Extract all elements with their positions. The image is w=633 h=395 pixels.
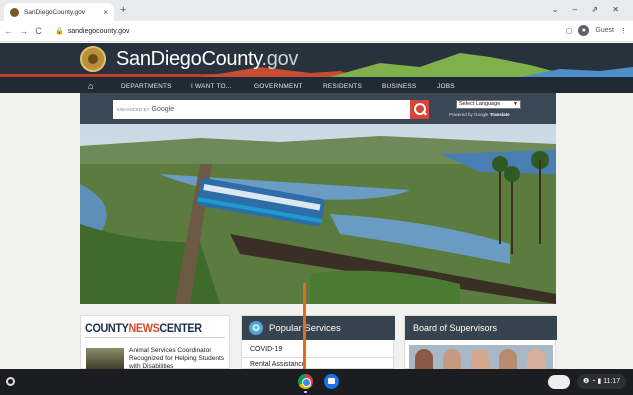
browser-tab-strip: SanDiegoCounty.gov × + ⌄ – ⇗ ✕ bbox=[0, 0, 633, 21]
close-tab-icon[interactable]: × bbox=[103, 8, 108, 17]
search-icon[interactable] bbox=[410, 100, 429, 119]
browser-tab[interactable]: SanDiegoCounty.gov × bbox=[4, 3, 114, 21]
service-link-rental-assistance[interactable]: Rental Assistance bbox=[250, 361, 306, 368]
nav-departments[interactable]: DEPARTMENTS bbox=[121, 83, 172, 90]
chrome-icon[interactable] bbox=[298, 374, 313, 389]
translate-label: Translate bbox=[489, 112, 510, 117]
site-name[interactable]: SanDiegoCounty.gov bbox=[116, 48, 298, 71]
news-head-county: COUNTY bbox=[85, 321, 129, 335]
site-header: SanDiegoCounty.gov bbox=[0, 43, 633, 77]
board-header: Board of Supervisors bbox=[405, 316, 557, 340]
status-tray[interactable]: ❷ ◔ ▮ 11:17 bbox=[577, 374, 627, 389]
supervisor-portrait bbox=[471, 349, 489, 369]
language-select-value: Select Language bbox=[459, 101, 501, 107]
main-nav: ⌂ DEPARTMENTS I WANT TO... GOVERNMENT RE… bbox=[0, 77, 633, 93]
profile-icon[interactable]: ● bbox=[578, 25, 590, 36]
county-news-center: COUNTYNEWSCENTER Animal Services Coordin… bbox=[80, 315, 230, 369]
web-page: SanDiegoCounty.gov ⌂ DEPARTMENTS I WANT … bbox=[0, 43, 633, 369]
supervisor-portrait bbox=[443, 349, 461, 369]
tab-title: SanDiegoCounty.gov bbox=[24, 8, 85, 16]
board-of-supervisors: Board of Supervisors bbox=[404, 315, 557, 369]
supervisor-portrait bbox=[415, 349, 433, 369]
profile-label[interactable]: Guest bbox=[595, 27, 614, 34]
news-head-news: NEWS bbox=[128, 321, 160, 335]
browser-toolbar: ← → C 🔒 sandiegocounty.gov ▢ ● Guest ⋮ bbox=[0, 21, 633, 42]
language-select[interactable]: Select Language ▼ bbox=[456, 100, 521, 109]
powered-by-google: Google bbox=[474, 112, 489, 117]
search-input[interactable]: ENHANCED BY Google bbox=[113, 100, 410, 119]
home-icon[interactable]: ⌂ bbox=[88, 81, 93, 91]
search-enhanced-by: ENHANCED BY bbox=[117, 107, 150, 112]
nav-residents[interactable]: RESIDENTS bbox=[323, 83, 362, 90]
supervisor-portrait bbox=[527, 349, 545, 369]
nav-business[interactable]: BUSINESS bbox=[382, 83, 416, 90]
menu-icon[interactable]: ⋮ bbox=[620, 27, 627, 35]
popular-services-header: ✪ Popular Services bbox=[242, 316, 395, 340]
service-divider bbox=[242, 357, 395, 358]
tab-search-icon[interactable]: ▢ bbox=[566, 27, 573, 35]
popular-services: ✪ Popular Services COVID-19 Rental Assis… bbox=[241, 315, 395, 369]
news-article-link[interactable]: Animal Services Coordinator Recognized f… bbox=[129, 347, 229, 369]
board-title[interactable]: Board of Supervisors bbox=[413, 323, 497, 333]
search-google-label: Google bbox=[151, 106, 175, 113]
supervisor-portrait bbox=[499, 349, 517, 369]
powered-by-label: Powered by bbox=[449, 112, 473, 117]
news-divider bbox=[85, 337, 225, 338]
site-favicon-icon bbox=[10, 7, 19, 17]
reload-button[interactable]: C bbox=[32, 26, 45, 36]
window-controls[interactable]: ⌄ – ⇗ ✕ bbox=[552, 5, 625, 14]
news-head-center: CENTER bbox=[159, 321, 202, 335]
supervisors-photo[interactable] bbox=[409, 345, 553, 369]
running-indicator bbox=[304, 391, 307, 393]
files-icon[interactable] bbox=[324, 374, 339, 389]
news-article-thumbnail[interactable] bbox=[86, 348, 124, 369]
chevron-down-icon: ▼ bbox=[513, 101, 518, 107]
nav-jobs[interactable]: JOBS bbox=[437, 83, 455, 90]
news-center-heading[interactable]: COUNTYNEWSCENTER bbox=[85, 321, 202, 335]
site-name-suffix: .gov bbox=[261, 48, 299, 70]
nav-government[interactable]: GOVERNMENT bbox=[254, 83, 303, 90]
back-button[interactable]: ← bbox=[2, 26, 15, 36]
new-tab-button[interactable]: + bbox=[120, 4, 126, 16]
lock-icon[interactable]: 🔒 bbox=[55, 27, 64, 35]
hero-image-coastal-train bbox=[80, 124, 556, 304]
account-avatar[interactable] bbox=[548, 375, 570, 389]
os-shelf: ❷ ◔ ▮ 11:17 bbox=[0, 369, 633, 395]
county-seal-logo[interactable] bbox=[80, 46, 106, 72]
star-icon: ✪ bbox=[249, 321, 263, 335]
service-link-covid-19[interactable]: COVID-19 bbox=[250, 346, 282, 353]
search-band: ENHANCED BY Google Select Language ▼ Pow… bbox=[80, 93, 556, 124]
site-name-main: SanDiegoCounty bbox=[116, 48, 262, 70]
launcher-icon[interactable] bbox=[6, 377, 15, 386]
nav-i-want-to[interactable]: I WANT TO... bbox=[191, 83, 232, 90]
powered-by-translate[interactable]: Powered by Google Translate bbox=[449, 112, 510, 117]
forward-button[interactable]: → bbox=[17, 26, 30, 36]
address-bar[interactable]: sandiegocounty.gov bbox=[68, 28, 130, 35]
